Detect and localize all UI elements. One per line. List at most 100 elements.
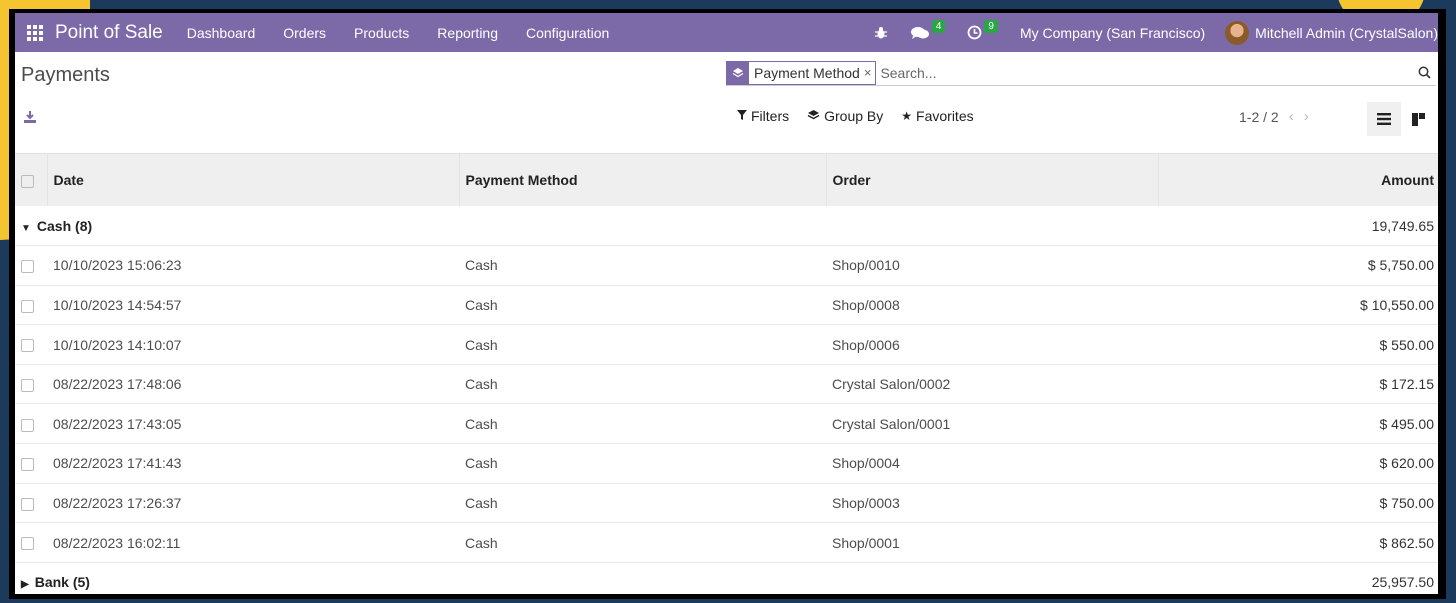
favorites-label: Favorites	[916, 108, 974, 124]
clock-icon[interactable]: 9	[967, 20, 998, 40]
row-checkbox[interactable]	[21, 260, 34, 274]
layers-icon	[727, 61, 749, 84]
search-options: Filters Group By ★ Favorites	[737, 108, 992, 124]
cell-method: Cash	[459, 245, 826, 286]
table-row[interactable]: 08/22/2023 17:41:43 Cash Shop/0004 $ 620…	[15, 443, 1438, 484]
cell-method: Cash	[459, 324, 826, 365]
groupby-button[interactable]: Group By	[807, 108, 883, 124]
filters-button[interactable]: Filters	[737, 108, 789, 124]
group-row-bank[interactable]: ▶ Bank (5) 25,957.50	[15, 562, 1438, 594]
row-checkbox[interactable]	[21, 537, 34, 551]
company-switcher[interactable]: My Company (San Francisco)	[1020, 25, 1205, 41]
bug-icon[interactable]	[874, 26, 888, 40]
row-checkbox[interactable]	[21, 378, 34, 392]
table-row[interactable]: 08/22/2023 16:02:11 Cash Shop/0001 $ 862…	[15, 522, 1438, 563]
group-total: 25,957.50	[1158, 562, 1438, 594]
pager-value[interactable]: 1-2 / 2	[1239, 109, 1279, 125]
cell-date: 08/22/2023 17:26:37	[47, 483, 459, 524]
menu-dashboard[interactable]: Dashboard	[187, 25, 256, 41]
filters-label: Filters	[751, 108, 790, 124]
menu-reporting[interactable]: Reporting	[437, 25, 498, 41]
cell-amount: $ 495.00	[1158, 403, 1438, 445]
row-checkbox[interactable]	[21, 339, 34, 353]
app-brand[interactable]: Point of Sale	[55, 22, 163, 44]
activities-badge: 9	[984, 20, 998, 33]
cell-date: 08/22/2023 17:48:06	[47, 364, 459, 405]
chat-icon[interactable]: 4	[910, 20, 946, 40]
cell-amount: $ 172.15	[1158, 364, 1438, 405]
table-row[interactable]: 10/10/2023 14:54:57 Cash Shop/0008 $ 10,…	[15, 285, 1438, 326]
top-navbar: Point of Sale Dashboard Orders Products …	[15, 13, 1438, 52]
control-panel: Payments Payment Method × Filter	[15, 52, 1438, 154]
table-row[interactable]: 08/22/2023 17:48:06 Cash Crystal Salon/0…	[15, 364, 1438, 405]
pager-next-icon[interactable]: ›	[1304, 108, 1309, 125]
app-window: Point of Sale Dashboard Orders Products …	[15, 13, 1438, 594]
cell-amount: $ 5,750.00	[1158, 245, 1438, 286]
column-payment-method[interactable]: Payment Method	[459, 154, 827, 206]
cell-amount: $ 10,550.00	[1158, 285, 1438, 326]
facet-remove-button[interactable]: ×	[864, 65, 876, 80]
cell-method: Cash	[459, 522, 826, 563]
table-row[interactable]: 10/10/2023 15:06:23 Cash Shop/0010 $ 5,7…	[15, 245, 1438, 286]
cell-method: Cash	[459, 403, 826, 445]
menu-configuration[interactable]: Configuration	[526, 25, 609, 41]
view-switcher	[1367, 102, 1435, 136]
cell-date: 08/22/2023 16:02:11	[47, 522, 459, 563]
navbar-systray: 4 9 My Company (San Francisco) Mitchell …	[874, 13, 1438, 52]
cell-order: Shop/0008	[826, 285, 1158, 326]
cell-order: Shop/0004	[826, 443, 1158, 484]
cell-order: Shop/0010	[826, 245, 1158, 286]
cell-date: 08/22/2023 17:43:05	[47, 403, 459, 445]
avatar[interactable]	[1225, 20, 1250, 45]
column-amount[interactable]: Amount	[1158, 154, 1438, 206]
download-icon[interactable]	[23, 110, 47, 130]
cell-date: 10/10/2023 15:06:23	[47, 245, 459, 286]
page-title: Payments	[21, 64, 110, 86]
row-checkbox[interactable]	[21, 497, 34, 511]
caret-right-icon: ▶	[21, 579, 29, 591]
row-checkbox[interactable]	[21, 458, 34, 472]
apps-grid-icon[interactable]	[15, 13, 55, 52]
user-menu[interactable]: Mitchell Admin (CrystalSalon)	[1255, 25, 1438, 41]
cell-date: 10/10/2023 14:54:57	[47, 285, 459, 326]
layers-icon	[807, 109, 820, 124]
kanban-view-icon[interactable]	[1401, 102, 1435, 136]
cell-amount: $ 862.50	[1158, 522, 1438, 563]
caret-down-icon: ▼	[21, 222, 31, 234]
menu-products[interactable]: Products	[354, 25, 409, 41]
screenshot-frame: Point of Sale Dashboard Orders Products …	[9, 9, 1446, 599]
row-checkbox[interactable]	[21, 299, 34, 313]
search-bar: Payment Method ×	[726, 60, 1436, 86]
filter-icon	[737, 109, 747, 123]
messages-badge: 4	[931, 20, 946, 33]
list-view-icon[interactable]	[1367, 102, 1401, 136]
table-header: Date Payment Method Order Amount	[15, 154, 1438, 206]
table-row[interactable]: 10/10/2023 14:10:07 Cash Shop/0006 $ 550…	[15, 324, 1438, 365]
cell-order: Shop/0001	[826, 522, 1158, 563]
payments-table: Date Payment Method Order Amount ▼ Cash (…	[15, 154, 1438, 594]
search-icon[interactable]	[1412, 66, 1436, 79]
table-row[interactable]: 08/22/2023 17:26:37 Cash Shop/0003 $ 750…	[15, 483, 1438, 524]
cell-amount: $ 620.00	[1158, 443, 1438, 484]
facet-label: Payment Method	[754, 64, 860, 81]
pager: 1-2 / 2 ‹ ›	[1239, 108, 1309, 125]
menu-orders[interactable]: Orders	[283, 25, 326, 41]
select-all-checkbox[interactable]	[15, 154, 48, 206]
cell-date: 08/22/2023 17:41:43	[47, 443, 459, 484]
cell-method: Cash	[459, 364, 826, 405]
pager-previous-icon[interactable]: ‹	[1289, 108, 1294, 125]
column-date[interactable]: Date	[47, 154, 460, 206]
group-label: Cash (8)	[36, 217, 93, 234]
cell-method: Cash	[459, 285, 826, 326]
group-row-cash[interactable]: ▼ Cash (8) 19,749.65	[15, 206, 1438, 247]
row-checkbox[interactable]	[21, 418, 34, 432]
column-order[interactable]: Order	[826, 154, 1159, 206]
cell-date: 10/10/2023 14:10:07	[47, 324, 459, 365]
group-label: Bank (5)	[34, 574, 90, 591]
search-input[interactable]	[880, 64, 1412, 81]
cell-order: Crystal Salon/0002	[826, 364, 1158, 405]
favorites-button[interactable]: ★ Favorites	[901, 108, 973, 124]
table-row[interactable]: 08/22/2023 17:43:05 Cash Crystal Salon/0…	[15, 403, 1438, 445]
cell-method: Cash	[459, 443, 826, 484]
cell-order: Shop/0003	[826, 483, 1158, 524]
